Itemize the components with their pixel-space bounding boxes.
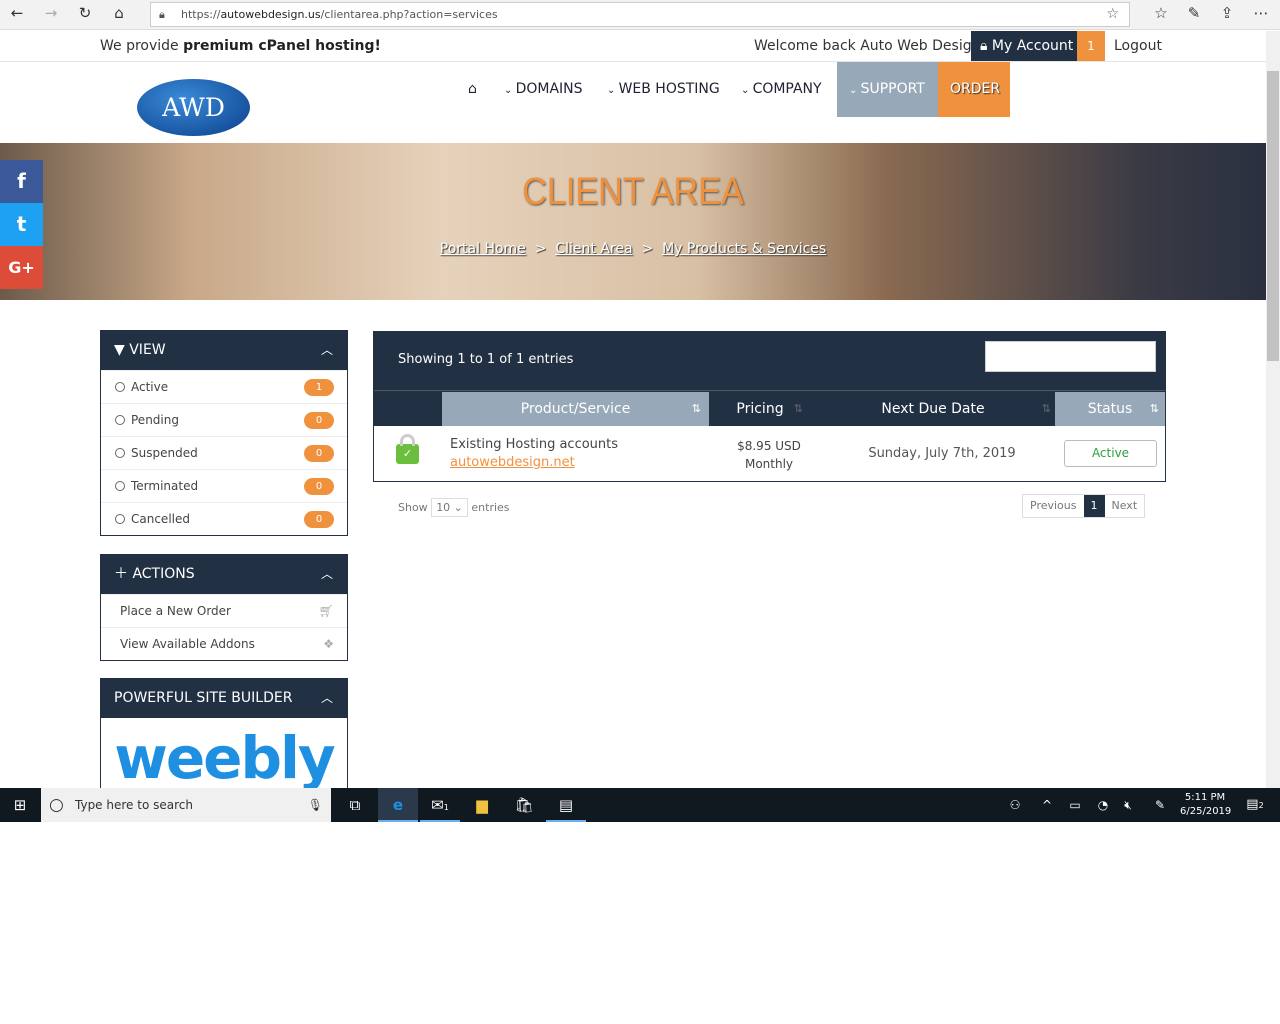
pen-workspace-icon[interactable]: ✎ xyxy=(1140,788,1180,822)
favorites-icon[interactable]: ☆ xyxy=(1150,4,1172,22)
back-icon[interactable]: ← xyxy=(6,4,28,22)
address-bar[interactable]: 🔒︎ https://autowebdesign.us/clientarea.p… xyxy=(150,2,1130,27)
previous-button[interactable]: Previous xyxy=(1023,495,1084,517)
nav-domains[interactable]: ⌄ DOMAINS xyxy=(492,62,595,117)
column-due-date[interactable]: Next Due Date ⇅ xyxy=(811,392,1055,426)
filter-terminated[interactable]: Terminated 0 xyxy=(101,469,347,502)
nav-home-icon[interactable]: ⌂ xyxy=(456,62,489,117)
view-panel: ▼ VIEW ︿ Active 1 Pending 0 Suspended 0 Term… xyxy=(100,330,348,536)
my-account-button[interactable]: 🔒︎ My Account xyxy=(971,31,1077,61)
microphone-icon: 🎙︎ xyxy=(307,798,323,812)
weebly-logo[interactable]: weebly xyxy=(101,718,347,790)
search-input[interactable] xyxy=(985,341,1156,372)
url-path: /clientarea.php?action=services xyxy=(320,8,498,21)
store-icon[interactable]: 🛍︎ xyxy=(504,788,544,822)
awd-logo[interactable]: AWD xyxy=(137,79,250,136)
chevron-up-icon[interactable]: ︿ xyxy=(321,679,333,718)
file-explorer-icon[interactable]: ▆ xyxy=(462,788,502,822)
cortana-icon: ○ xyxy=(49,795,64,815)
lock-status-icon: ✓ xyxy=(396,434,419,464)
place-new-order-link[interactable]: Place a New Order 🛒︎ xyxy=(101,594,347,627)
forward-icon[interactable]: → xyxy=(40,4,62,22)
cubes-icon: ❖ xyxy=(323,637,334,651)
filter-icon: ▼ xyxy=(114,342,125,358)
page-size-select[interactable]: 10 ⌄ xyxy=(431,498,468,517)
app-icon[interactable]: ▤ xyxy=(546,788,586,822)
pagination: Previous 1 Next xyxy=(1022,494,1146,518)
nav-company[interactable]: ⌄ COMPANY xyxy=(729,62,834,117)
refresh-icon[interactable]: ↻ xyxy=(74,4,96,22)
column-status[interactable]: Status ⇅ xyxy=(1055,392,1165,426)
breadcrumb: Portal Home > Client Area > My Products … xyxy=(439,241,827,257)
clock[interactable]: 5:11 PM 6/25/2019 xyxy=(1180,791,1231,819)
lock-icon: 🔒︎ xyxy=(980,38,988,54)
tagline: We provide premium cPanel hosting! xyxy=(100,38,381,54)
column-product[interactable]: Product/Service ⇅ xyxy=(442,392,709,426)
taskbar: ⊞ ○ Type here to search 🎙︎ ⧉ e ✉1 ▆ 🛍︎ ▤ ⚇… xyxy=(0,788,1280,822)
breadcrumb-client-area[interactable]: Client Area xyxy=(555,241,632,257)
page-title: CLIENT AREA xyxy=(522,171,744,213)
pen-icon[interactable]: ✎ xyxy=(1183,4,1205,22)
next-button[interactable]: Next xyxy=(1105,495,1145,517)
view-panel-header[interactable]: ▼ VIEW ︿ xyxy=(101,331,347,370)
mail-icon[interactable]: ✉1 xyxy=(420,788,460,822)
filter-pending[interactable]: Pending 0 xyxy=(101,403,347,436)
breadcrumb-products[interactable]: My Products & Services xyxy=(662,241,826,257)
share-icon[interactable]: ⇪ xyxy=(1216,4,1238,22)
more-icon[interactable]: ⋯ xyxy=(1250,4,1272,22)
nav-web-hosting[interactable]: ⌄ WEB HOSTING xyxy=(595,62,732,117)
top-bar: We provide premium cPanel hosting! Welco… xyxy=(0,31,1266,62)
nav-order[interactable]: ORDER xyxy=(938,62,1010,117)
taskbar-search[interactable]: ○ Type here to search 🎙︎ xyxy=(41,788,331,822)
actions-panel-header[interactable]: ＋ ACTIONS ︿ xyxy=(101,555,347,594)
page-size-control: Show 10 ⌄ entries xyxy=(398,498,510,517)
filter-active[interactable]: Active 1 xyxy=(101,370,347,403)
builder-panel-header[interactable]: POWERFUL SITE BUILDER ︿ xyxy=(101,679,347,718)
google-plus-icon[interactable]: G+ xyxy=(0,246,43,289)
windows-start-icon[interactable]: ⊞ xyxy=(0,788,40,822)
logout-link[interactable]: Logout xyxy=(1114,38,1162,54)
browser-toolbar: ← → ↻ ⌂ 🔒︎ https://autowebdesign.us/clie… xyxy=(0,0,1280,30)
column-pricing[interactable]: Pricing ⇅ xyxy=(709,392,811,426)
nav-support[interactable]: ⌄ SUPPORT xyxy=(837,62,938,117)
welcome-text: Welcome back Auto Web Design! xyxy=(754,38,987,54)
table-row[interactable]: ✓ Existing Hosting accounts autowebdesig… xyxy=(374,426,1165,481)
view-addons-link[interactable]: View Available Addons ❖ xyxy=(101,627,347,660)
plus-icon: ＋ xyxy=(114,566,128,582)
url-prefix: https:// xyxy=(181,8,221,21)
notification-badge[interactable]: 1 xyxy=(1077,31,1105,61)
notifications-icon[interactable]: ▤2 xyxy=(1235,788,1275,822)
page-1-button[interactable]: 1 xyxy=(1083,495,1105,517)
filter-cancelled[interactable]: Cancelled 0 xyxy=(101,502,347,535)
domain-link[interactable]: autowebdesign.net xyxy=(450,455,575,470)
chevron-up-icon[interactable]: ︿ xyxy=(321,331,333,370)
cart-icon: 🛒︎ xyxy=(318,604,334,618)
home-icon[interactable]: ⌂ xyxy=(108,4,130,22)
chevron-up-icon[interactable]: ︿ xyxy=(321,555,333,594)
due-date: Sunday, July 7th, 2019 xyxy=(868,446,1016,461)
status-badge: Active xyxy=(1064,440,1157,467)
services-table: Showing 1 to 1 of 1 entries Product/Serv… xyxy=(373,331,1166,482)
task-view-icon[interactable]: ⧉ xyxy=(335,788,375,822)
lock-icon: 🔒︎ xyxy=(159,8,165,21)
actions-panel: ＋ ACTIONS ︿ Place a New Order 🛒︎ View Avai… xyxy=(100,554,348,661)
facebook-icon[interactable]: f xyxy=(0,160,43,203)
favorite-star-icon[interactable]: ☆ xyxy=(1106,3,1119,26)
twitter-icon[interactable]: t xyxy=(0,203,43,246)
entries-info: Showing 1 to 1 of 1 entries xyxy=(398,352,574,367)
breadcrumb-portal-home[interactable]: Portal Home xyxy=(440,241,526,257)
site-builder-panel: POWERFUL SITE BUILDER ︿ weebly xyxy=(100,678,348,790)
hero-banner: CLIENT AREA Portal Home > Client Area > … xyxy=(0,143,1266,300)
url-domain: autowebdesign.us xyxy=(220,8,321,21)
scrollbar[interactable] xyxy=(1266,31,1280,788)
product-name: Existing Hosting accounts xyxy=(450,437,619,452)
site-header: AWD ⌂ ⌄ DOMAINS ⌄ WEB HOSTING ⌄ COMPANY … xyxy=(0,62,1266,144)
edge-icon[interactable]: e xyxy=(378,788,418,822)
filter-suspended[interactable]: Suspended 0 xyxy=(101,436,347,469)
